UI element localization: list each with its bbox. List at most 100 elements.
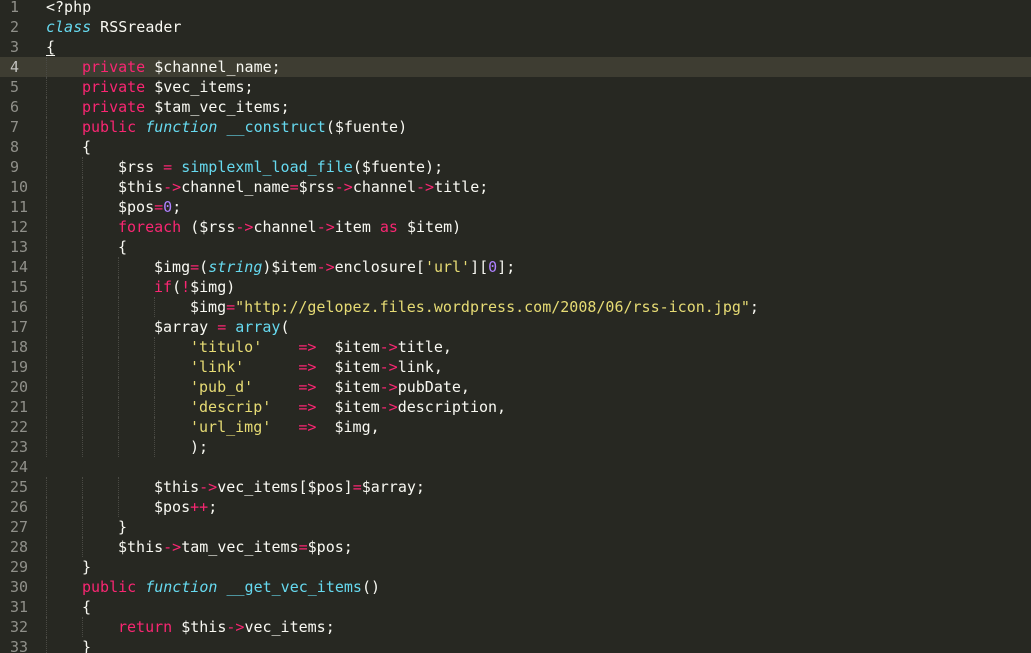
- code-token: (: [172, 278, 182, 296]
- code-line[interactable]: 30 public function __get_vec_items(): [0, 577, 1031, 597]
- code-token: channel: [352, 178, 417, 196]
- indent-guide: [46, 517, 47, 537]
- indent-guide: [46, 197, 47, 217]
- code-text: );: [190, 437, 208, 457]
- code-line[interactable]: 31 {: [0, 597, 1031, 617]
- code-line[interactable]: 3{: [0, 37, 1031, 57]
- code-editor[interactable]: 1 <?php 2 class RSSreader 3{4 private $channe…: [0, 0, 1031, 653]
- code-line[interactable]: 16 $img="http://gelopez.files.wordpress.c…: [0, 297, 1031, 317]
- code-line[interactable]: 11 $pos=0;: [0, 197, 1031, 217]
- indent-guide: [46, 597, 47, 617]
- line-number: 20: [0, 377, 42, 397]
- indent-guide: [82, 477, 83, 497]
- code-line[interactable]: 5 private $vec_items;: [0, 77, 1031, 97]
- indent-guide: [118, 277, 119, 297]
- code-token: 'link': [190, 358, 245, 376]
- indent-guide: [46, 537, 47, 557]
- code-token: (: [199, 258, 209, 276]
- line-number: 24: [0, 457, 42, 477]
- code-token: item: [334, 218, 380, 236]
- code-line[interactable]: 25 $this->vec_items[$pos]=$array;: [0, 477, 1031, 497]
- code-token: $item: [316, 378, 380, 396]
- code-line[interactable]: 1 <?php: [0, 0, 1031, 17]
- code-line[interactable]: 33}: [0, 637, 1031, 653]
- code-line[interactable]: 32 return $this->vec_items;: [0, 617, 1031, 637]
- code-line[interactable]: 29}: [0, 557, 1031, 577]
- code-text: 'url_img' => $img,: [190, 417, 380, 437]
- code-line[interactable]: 18 'titulo' => $item->title,: [0, 337, 1031, 357]
- code-line[interactable]: 23);: [0, 437, 1031, 457]
- code-line[interactable]: 2 class RSSreader: [0, 17, 1031, 37]
- code-line[interactable]: 22 'url_img' => $img,: [0, 417, 1031, 437]
- code-token: ->: [316, 258, 335, 276]
- code-token: ;: [749, 298, 759, 316]
- code-token: ->: [235, 218, 254, 236]
- code-text: 'link' => $item->link,: [190, 357, 443, 377]
- line-number: 28: [0, 537, 42, 557]
- code-token: $pos: [154, 498, 191, 516]
- line-number: 19: [0, 357, 42, 377]
- code-token: return: [118, 618, 173, 636]
- indent-guide: [82, 257, 83, 277]
- code-line[interactable]: 17 $array = array(: [0, 317, 1031, 337]
- code-line[interactable]: 7 public function __construct($fuente): [0, 117, 1031, 137]
- code-token: ->: [334, 178, 353, 196]
- code-token: $this: [118, 538, 164, 556]
- code-token: }: [82, 638, 92, 653]
- code-line[interactable]: 13 {: [0, 237, 1031, 257]
- line-number: 26: [0, 497, 42, 517]
- code-line[interactable]: 4 private $channel_name;: [0, 57, 1031, 77]
- code-text: private $tam_vec_items;: [82, 97, 290, 117]
- line-number: 7: [0, 117, 42, 137]
- code-token: $array;: [361, 478, 425, 496]
- indent-guide: [82, 337, 83, 357]
- code-line[interactable]: 14 $img=(string)$item->enclosure['url'][0…: [0, 257, 1031, 277]
- code-token: {: [82, 598, 92, 616]
- code-line[interactable]: 21 'descrip' => $item->description,: [0, 397, 1031, 417]
- code-token: $item: [316, 398, 380, 416]
- code-line[interactable]: 8{: [0, 137, 1031, 157]
- line-number: 4: [0, 57, 42, 77]
- code-text: public function __construct($fuente): [82, 117, 407, 137]
- code-line[interactable]: 15 if(!$img): [0, 277, 1031, 297]
- code-line[interactable]: 10 $this->channel_name=$rss->channel->tit…: [0, 177, 1031, 197]
- code-token: private: [82, 78, 146, 96]
- code-text: {: [46, 37, 55, 57]
- indent-guide: [118, 377, 119, 397]
- code-token: __construct: [226, 118, 326, 136]
- code-text: if(!$img): [154, 277, 235, 297]
- code-line[interactable]: 20 'pub_d' => $item->pubDate,: [0, 377, 1031, 397]
- code-text: $rss = simplexml_load_file($fuente);: [118, 157, 443, 177]
- code-token: ->: [226, 618, 245, 636]
- indent-guide: [46, 317, 47, 337]
- indent-guide: [46, 217, 47, 237]
- code-text: {: [82, 597, 91, 617]
- code-line[interactable]: 27}: [0, 517, 1031, 537]
- code-token: $rss: [118, 158, 164, 176]
- code-line[interactable]: 6 private $tam_vec_items;: [0, 97, 1031, 117]
- code-token: __get_vec_items: [226, 578, 362, 596]
- indent-guide: [118, 317, 119, 337]
- indent-guide: [46, 257, 47, 277]
- code-token: $pos: [118, 198, 155, 216]
- indent-guide: [154, 337, 155, 357]
- code-line[interactable]: 28 $this->tam_vec_items=$pos;: [0, 537, 1031, 557]
- code-token: ->: [316, 218, 335, 236]
- code-line[interactable]: 12 foreach ($rss->channel->item as $item): [0, 217, 1031, 237]
- code-line[interactable]: 26 $pos++;: [0, 497, 1031, 517]
- code-token: ->: [199, 478, 218, 496]
- code-text: $array = array(: [154, 317, 289, 337]
- code-token: ->: [379, 398, 398, 416]
- code-text: $pos++;: [154, 497, 217, 517]
- code-line[interactable]: 24: [0, 457, 1031, 477]
- code-token: $this: [172, 618, 227, 636]
- code-token: {: [82, 138, 92, 156]
- code-token: =: [190, 258, 200, 276]
- code-token: ($rss: [181, 218, 236, 236]
- line-number: 11: [0, 197, 42, 217]
- code-line[interactable]: 9 $rss = simplexml_load_file($fuente);: [0, 157, 1031, 177]
- line-number: 33: [0, 637, 42, 653]
- code-line[interactable]: 19 'link' => $item->link,: [0, 357, 1031, 377]
